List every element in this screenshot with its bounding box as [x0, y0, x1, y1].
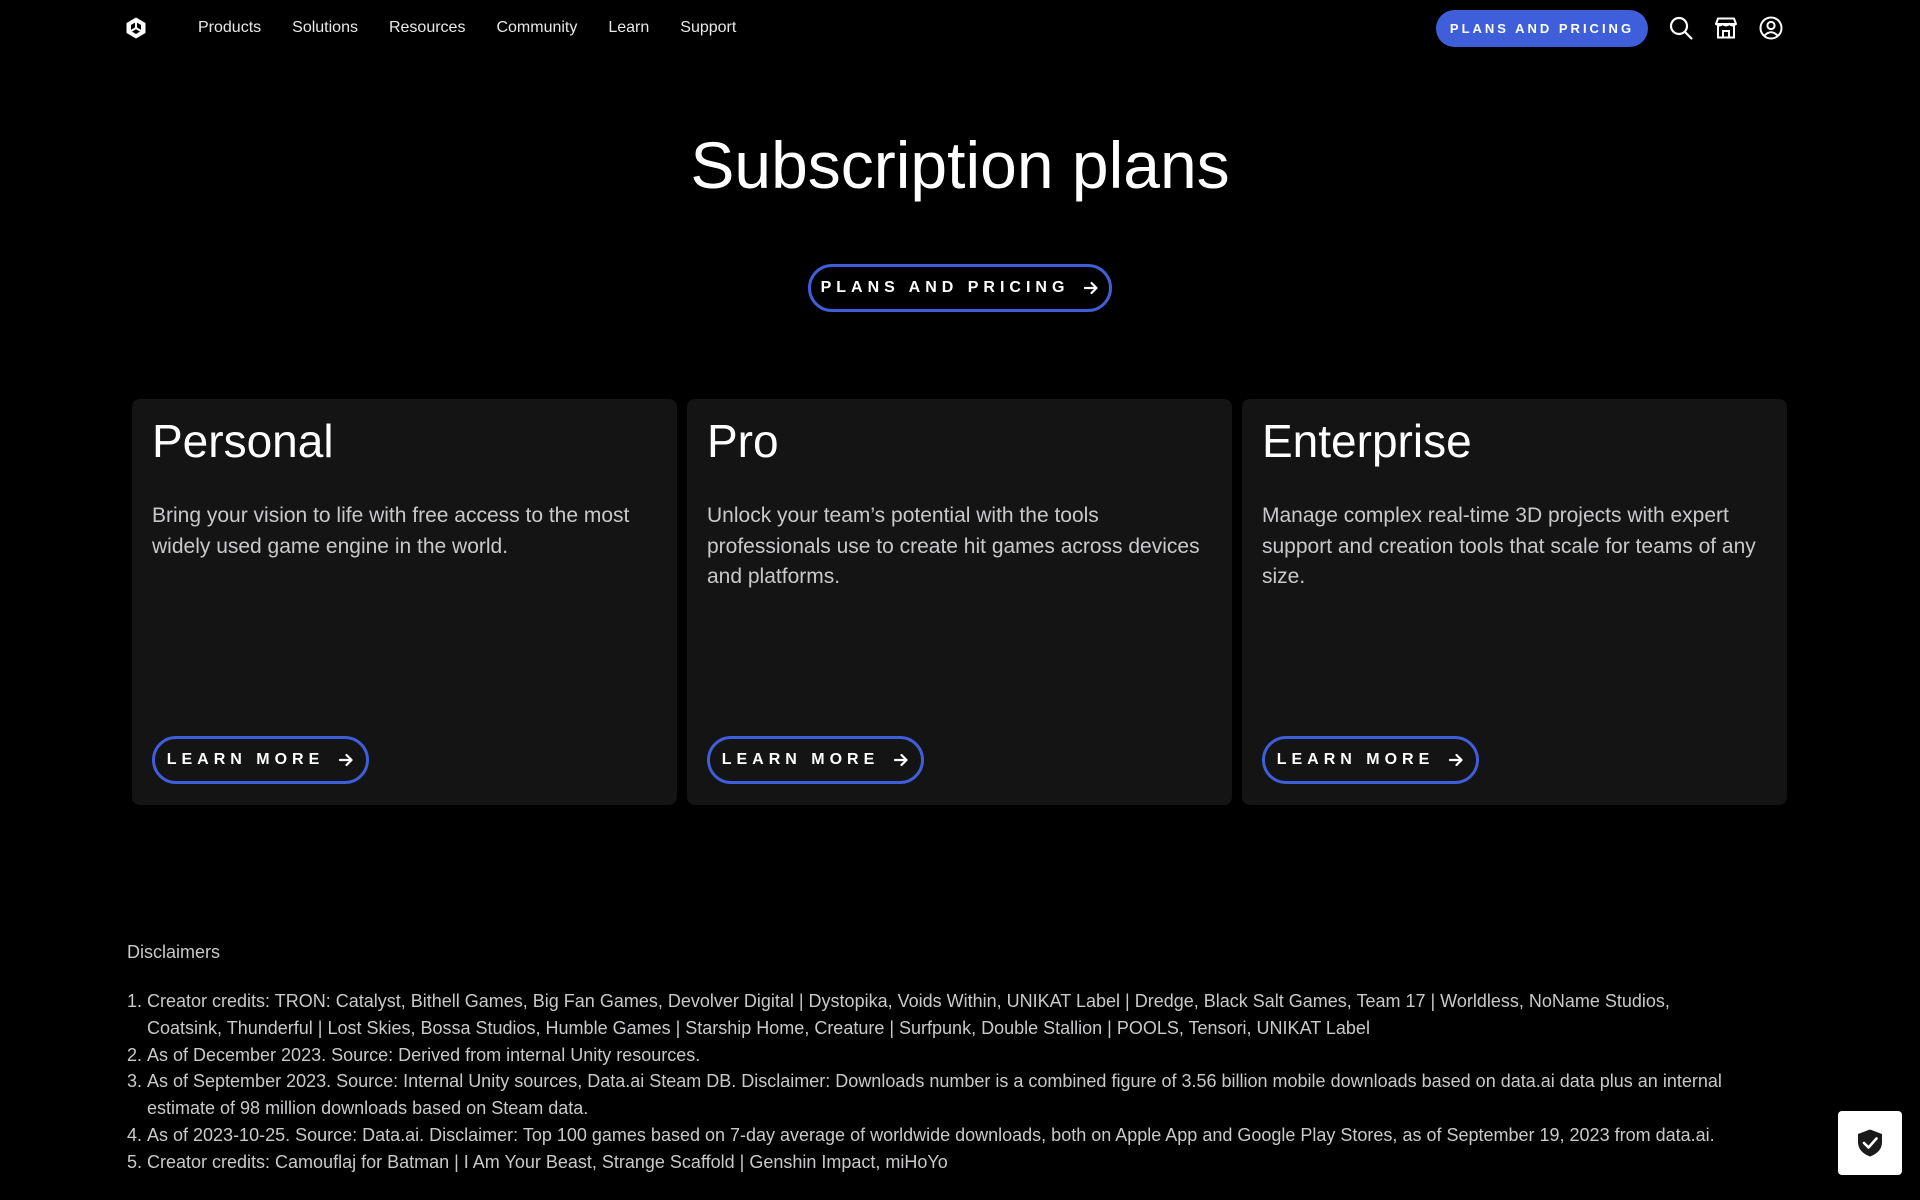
nav-item-support[interactable]: Support [680, 19, 736, 37]
plan-description: Manage complex real-time 3D projects wit… [1262, 504, 1756, 588]
arrow-right-icon [1084, 281, 1099, 295]
disclaimer-item: Creator credits: TRON: Catalyst, Bithell… [147, 988, 1747, 1042]
plan-description: Bring your vision to life with free acce… [152, 504, 630, 558]
learn-more-label: LEARN MORE [1276, 751, 1435, 768]
nav-item-solutions[interactable]: Solutions [292, 19, 358, 37]
arrow-right-icon [894, 753, 908, 767]
shield-check-icon [1858, 1129, 1882, 1157]
plans-pricing-button-label: PLANS AND PRICING [820, 279, 1070, 296]
plan-title: Enterprise [1262, 415, 1472, 467]
plan-title: Personal [152, 415, 334, 467]
unity-logo-icon[interactable] [124, 16, 148, 40]
plan-description: Unlock your team’s potential with the to… [707, 504, 1200, 588]
store-icon[interactable] [1713, 15, 1739, 41]
header-plans-pricing-button[interactable]: PLANS AND PRICING [1436, 10, 1648, 47]
learn-more-pro-button[interactable]: LEARN MORE [707, 736, 924, 784]
arrow-right-icon [1449, 753, 1463, 767]
nav-item-community[interactable]: Community [496, 19, 577, 37]
plan-card-enterprise: Enterprise Manage complex real-time 3D p… [1242, 399, 1787, 805]
account-icon[interactable] [1758, 15, 1784, 41]
disclaimer-item: Creator credits: Camouflaj for Batman | … [147, 1149, 1747, 1176]
disclaimer-item: As of 2023-10-25. Source: Data.ai. Discl… [147, 1122, 1747, 1149]
search-icon[interactable] [1668, 15, 1694, 41]
privacy-settings-button[interactable] [1838, 1111, 1902, 1175]
plan-card-personal: Personal Bring your vision to life with … [132, 399, 677, 805]
nav-item-resources[interactable]: Resources [389, 19, 465, 37]
arrow-right-icon [339, 753, 353, 767]
main-nav: Products Solutions Resources Community L… [198, 0, 767, 56]
plan-card-pro: Pro Unlock your team’s potential with th… [687, 399, 1232, 805]
top-navigation-bar: Products Solutions Resources Community L… [0, 0, 1920, 56]
disclaimers-list: Creator credits: TRON: Catalyst, Bithell… [127, 988, 1747, 1176]
learn-more-label: LEARN MORE [166, 751, 325, 768]
disclaimer-item: As of December 2023. Source: Derived fro… [147, 1042, 1747, 1069]
nav-item-products[interactable]: Products [198, 19, 261, 37]
nav-item-learn[interactable]: Learn [608, 19, 649, 37]
page-title: Subscription plans [690, 128, 1230, 202]
plan-title: Pro [707, 415, 779, 467]
disclaimers-heading: Disclaimers [127, 942, 221, 962]
learn-more-enterprise-button[interactable]: LEARN MORE [1262, 736, 1479, 784]
learn-more-personal-button[interactable]: LEARN MORE [152, 736, 369, 784]
plans-pricing-button[interactable]: PLANS AND PRICING [808, 264, 1112, 312]
learn-more-label: LEARN MORE [721, 751, 880, 768]
disclaimer-item: As of September 2023. Source: Internal U… [147, 1068, 1747, 1122]
